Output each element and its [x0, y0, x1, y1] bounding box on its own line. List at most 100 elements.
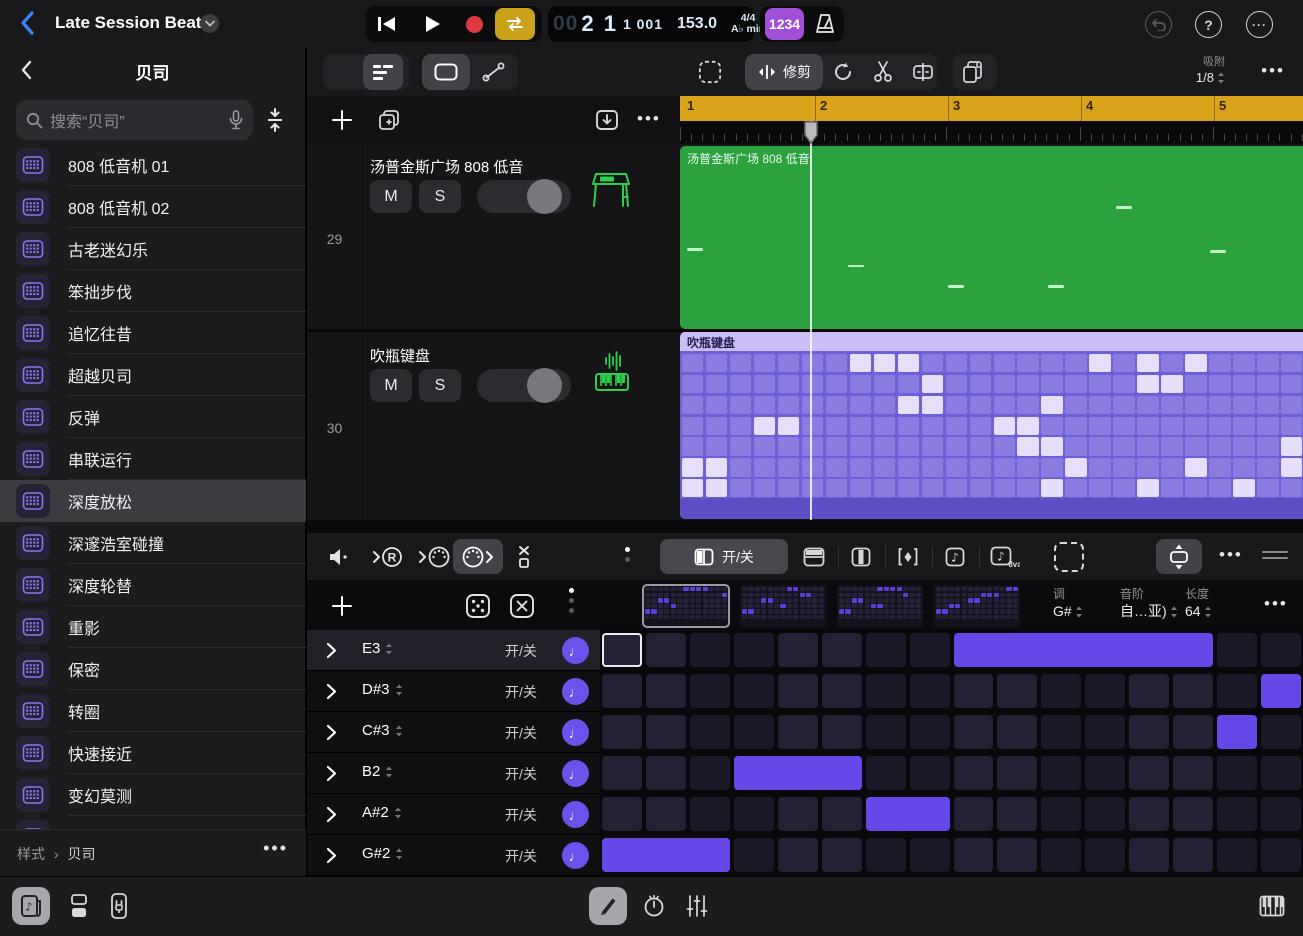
step-cell[interactable]	[602, 674, 642, 708]
marquee-tool-button[interactable]	[690, 54, 730, 90]
step-cell[interactable]	[1085, 715, 1125, 749]
solo-button[interactable]: S	[419, 369, 461, 402]
step-cell[interactable]	[734, 797, 774, 831]
step-cell[interactable]	[1085, 674, 1125, 708]
step-cell[interactable]	[778, 674, 818, 708]
clear-steps-button[interactable]	[503, 588, 541, 623]
step-cell[interactable]	[734, 715, 774, 749]
step-cell[interactable]	[866, 715, 906, 749]
snap-control[interactable]: 吸附 1/8	[1196, 55, 1225, 85]
length-param[interactable]: 长度 64	[1185, 586, 1212, 620]
list-item[interactable]: 808 低音机 02	[0, 186, 306, 228]
note-mode-icon[interactable]: ♩	[562, 637, 589, 664]
chevron-right-icon[interactable]	[326, 765, 337, 782]
step-row-header[interactable]: C#3开/关♩	[307, 712, 600, 753]
step-cell[interactable]	[1261, 797, 1301, 831]
preview-volume-icon[interactable]	[321, 539, 357, 574]
rows-view-icon[interactable]	[796, 539, 832, 574]
playhead-pin[interactable]	[803, 121, 819, 144]
clear-pattern-icon[interactable]	[507, 539, 543, 574]
step-row-header[interactable]: B2开/关♩	[307, 753, 600, 794]
step-cell[interactable]	[690, 715, 730, 749]
list-item[interactable]: 808 低音机 01	[0, 144, 306, 186]
pattern-page-indicator[interactable]	[569, 588, 574, 613]
step-cell[interactable]	[602, 797, 642, 831]
list-item[interactable]: 重影	[0, 606, 306, 648]
help-button[interactable]: ?	[1195, 11, 1222, 38]
step-cell[interactable]	[734, 838, 774, 872]
step-cell[interactable]	[997, 674, 1037, 708]
step-cell[interactable]	[822, 633, 862, 667]
step-cell[interactable]	[1129, 838, 1169, 872]
step-cell[interactable]	[1129, 715, 1169, 749]
step-cell[interactable]	[1129, 797, 1169, 831]
chevron-right-icon[interactable]	[326, 683, 337, 700]
more-options-button[interactable]: ···	[1246, 11, 1273, 38]
step-cell[interactable]	[646, 756, 686, 790]
step-cell[interactable]	[1173, 756, 1213, 790]
step-cell[interactable]	[1173, 674, 1213, 708]
go-to-beginning-button[interactable]	[371, 6, 403, 42]
step-cell[interactable]	[910, 838, 950, 872]
midi-out-icon[interactable]	[453, 539, 503, 574]
step-cell[interactable]	[997, 838, 1037, 872]
step-cell[interactable]	[690, 797, 730, 831]
editors-toggle-button[interactable]	[60, 887, 98, 925]
step-cell[interactable]	[997, 797, 1037, 831]
record-enable-icon[interactable]: R	[369, 539, 409, 574]
velocity-view-icon[interactable]	[890, 539, 926, 574]
scale-param[interactable]: 音阶 自…亚)	[1120, 586, 1178, 620]
step-cell[interactable]	[1217, 838, 1257, 872]
step-cell[interactable]	[866, 633, 906, 667]
list-item[interactable]	[0, 816, 306, 830]
step-note-bar[interactable]	[734, 756, 862, 790]
step-cell[interactable]	[602, 715, 642, 749]
gain-tool-button[interactable]	[903, 54, 943, 90]
ruler-cycle-band[interactable]: 12345	[680, 96, 1303, 121]
chevron-right-icon[interactable]	[326, 642, 337, 659]
step-cell[interactable]	[778, 797, 818, 831]
step-note-name[interactable]: E3	[362, 640, 393, 657]
track-name[interactable]: 汤普金斯广场 808 低音	[370, 156, 523, 177]
collapse-browser-icon[interactable]	[262, 108, 288, 132]
tracks-toolbar-more-button[interactable]: •••	[1261, 61, 1285, 81]
automation-view-button[interactable]	[470, 54, 518, 90]
record-button[interactable]	[458, 6, 490, 42]
add-pattern-button[interactable]	[323, 588, 361, 623]
step-cell[interactable]	[866, 756, 906, 790]
step-cell[interactable]	[822, 838, 862, 872]
step-note-bar[interactable]	[954, 633, 1214, 667]
step-cell[interactable]	[602, 633, 642, 667]
step-cell[interactable]	[646, 797, 686, 831]
step-cell[interactable]	[910, 674, 950, 708]
midi-region-green[interactable]: 汤普金斯广场 808 低音	[680, 146, 1303, 329]
editor-more-button[interactable]: •••	[1219, 545, 1243, 565]
note-mode-icon[interactable]: ♩	[562, 842, 589, 869]
pattern-region-purple[interactable]: 吹瓶键盘	[680, 332, 1303, 519]
project-menu-chevron-icon[interactable]	[200, 14, 219, 33]
step-cell[interactable]	[822, 715, 862, 749]
step-cell[interactable]	[954, 797, 994, 831]
lcd-display[interactable]: 00 2 1 1 001 153.0 4/4 A♭ min	[548, 6, 754, 42]
step-cell[interactable]	[1085, 797, 1125, 831]
mute-button[interactable]: M	[370, 180, 412, 213]
step-cell[interactable]	[1261, 756, 1301, 790]
step-cell[interactable]	[1261, 838, 1301, 872]
step-cell[interactable]	[822, 797, 862, 831]
step-cell[interactable]	[910, 715, 950, 749]
step-cell[interactable]	[954, 715, 994, 749]
step-cell[interactable]	[690, 674, 730, 708]
step-cell[interactable]	[954, 756, 994, 790]
mute-button[interactable]: M	[370, 369, 412, 402]
track-volume-slider[interactable]	[477, 369, 571, 402]
panel-resize-handle[interactable]	[1262, 547, 1288, 563]
step-select-icon[interactable]	[1047, 539, 1091, 574]
step-cell[interactable]	[1041, 715, 1081, 749]
grid-view-button[interactable]	[323, 54, 363, 90]
back-chevron-icon[interactable]	[20, 11, 34, 35]
project-title[interactable]: Late Session Beat	[55, 13, 201, 33]
step-cell[interactable]	[910, 756, 950, 790]
octave-view-icon[interactable]: ♪8va	[983, 539, 1027, 574]
step-cell[interactable]	[1085, 756, 1125, 790]
list-item[interactable]: 深邃浩室碰撞	[0, 522, 306, 564]
